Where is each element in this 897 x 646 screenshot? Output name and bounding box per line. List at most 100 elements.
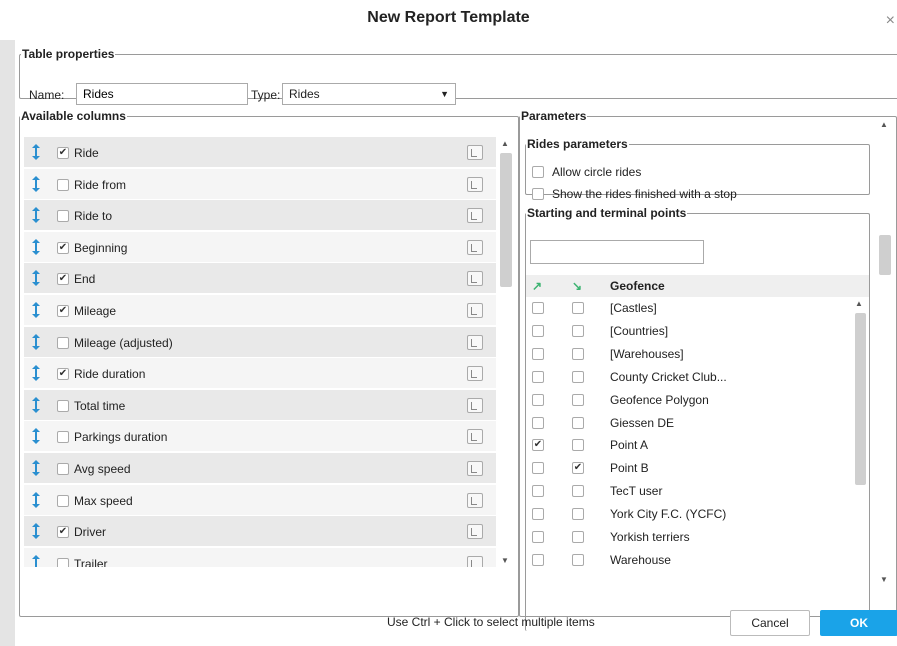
column-checkbox[interactable] (57, 178, 69, 191)
end-point-checkbox[interactable]: ✔ (572, 462, 584, 475)
column-checkbox[interactable]: ✔ (57, 305, 69, 317)
end-point-checkbox[interactable] (572, 370, 584, 383)
column-row[interactable]: ✔ End (24, 263, 496, 295)
vertical-arrows-icon[interactable] (31, 460, 41, 476)
column-row[interactable]: Trailer (24, 547, 496, 567)
columns-scroll-thumb[interactable] (500, 153, 512, 287)
column-row[interactable]: ✔ Ride duration (24, 358, 496, 390)
geofence-row[interactable]: County Cricket Club... (526, 366, 869, 389)
scroll-up-icon[interactable]: ▲ (501, 139, 509, 148)
column-row[interactable]: Parkings duration (24, 421, 496, 453)
vertical-arrows-icon[interactable] (31, 302, 41, 318)
start-point-checkbox[interactable] (532, 370, 544, 383)
start-point-checkbox[interactable] (532, 553, 544, 566)
vertical-arrows-icon[interactable] (31, 396, 41, 413)
scroll-down-icon[interactable]: ▼ (501, 556, 509, 565)
column-settings-icon[interactable] (467, 303, 483, 318)
column-row[interactable]: ✔ Beginning (24, 231, 496, 263)
column-settings-icon[interactable] (467, 555, 483, 567)
geofence-row[interactable]: Yorkish terriers (526, 526, 869, 549)
end-point-checkbox[interactable] (572, 302, 584, 314)
column-row[interactable]: Max speed (24, 484, 496, 516)
start-point-checkbox[interactable] (532, 416, 544, 429)
geofence-row[interactable]: [Countries] (526, 320, 869, 343)
end-point-checkbox[interactable] (572, 324, 584, 337)
parameters-scroll-thumb[interactable] (879, 235, 891, 275)
vertical-arrows-icon[interactable] (31, 523, 41, 540)
column-checkbox[interactable] (57, 399, 69, 412)
geofence-row[interactable]: York City F.C. (YCFC) (526, 503, 869, 526)
vertical-arrows-icon[interactable] (31, 365, 41, 382)
start-point-checkbox[interactable] (532, 347, 544, 360)
start-point-checkbox[interactable] (532, 302, 544, 314)
column-row[interactable]: Total time (24, 389, 496, 421)
end-point-checkbox[interactable] (572, 485, 584, 498)
column-settings-icon[interactable] (467, 524, 483, 540)
column-settings-icon[interactable] (467, 145, 483, 160)
vertical-arrows-icon[interactable] (31, 144, 41, 160)
column-settings-icon[interactable] (467, 366, 483, 382)
show-finished-stop-checkbox[interactable] (532, 188, 544, 200)
geofence-row[interactable]: [Castles] (526, 297, 869, 320)
geofence-row[interactable]: Geofence Polygon (526, 389, 869, 412)
column-checkbox[interactable] (57, 494, 69, 507)
ok-button[interactable]: OK (820, 610, 897, 636)
column-settings-icon[interactable] (467, 271, 483, 287)
start-point-checkbox[interactable] (532, 508, 544, 521)
column-row[interactable]: Ride to (24, 200, 496, 232)
column-checkbox[interactable] (57, 336, 69, 349)
scroll-down-icon[interactable]: ▼ (880, 575, 888, 584)
geofence-row[interactable]: ✔ Point A (526, 434, 869, 457)
end-point-checkbox[interactable] (572, 508, 584, 521)
end-point-checkbox[interactable] (572, 439, 584, 452)
column-settings-icon[interactable] (467, 429, 483, 445)
end-point-checkbox[interactable] (572, 531, 584, 543)
column-checkbox[interactable] (57, 557, 69, 567)
column-checkbox[interactable]: ✔ (57, 273, 69, 286)
parameters-scrollbar[interactable]: ▲ ▼ (877, 120, 893, 584)
column-row[interactable]: ✔ Ride (24, 137, 496, 168)
end-point-checkbox[interactable] (572, 393, 584, 406)
start-point-checkbox[interactable] (532, 393, 544, 406)
vertical-arrows-icon[interactable] (31, 333, 41, 350)
column-checkbox[interactable]: ✔ (57, 241, 69, 254)
column-checkbox[interactable]: ✔ (57, 147, 69, 159)
column-settings-icon[interactable] (467, 492, 483, 508)
geofence-row[interactable]: ✔ Point B (526, 457, 869, 480)
column-settings-icon[interactable] (467, 334, 483, 350)
name-input[interactable] (76, 83, 248, 105)
start-point-checkbox[interactable] (532, 485, 544, 498)
start-point-checkbox[interactable] (532, 531, 544, 543)
end-point-checkbox[interactable] (572, 416, 584, 429)
end-point-checkbox[interactable] (572, 347, 584, 360)
column-settings-icon[interactable] (467, 208, 483, 224)
end-point-checkbox[interactable] (572, 553, 584, 566)
geofence-row[interactable]: TecT user (526, 480, 869, 503)
vertical-arrows-icon[interactable] (31, 491, 41, 508)
column-checkbox[interactable] (57, 210, 69, 223)
geofence-row[interactable]: [Warehouses] (526, 343, 869, 366)
column-checkbox[interactable] (57, 463, 69, 475)
geofence-search-input[interactable] (530, 240, 704, 264)
column-row[interactable]: Avg speed (24, 453, 496, 484)
vertical-arrows-icon[interactable] (31, 428, 41, 445)
vertical-arrows-icon[interactable] (31, 554, 41, 567)
geofence-row[interactable]: Giessen DE (526, 412, 869, 435)
columns-scrollbar[interactable]: ▲ ▼ (498, 137, 514, 567)
column-checkbox[interactable] (57, 431, 69, 444)
vertical-arrows-icon[interactable] (31, 270, 41, 287)
allow-circle-rides-checkbox[interactable] (532, 166, 544, 178)
column-checkbox[interactable]: ✔ (57, 368, 69, 381)
column-row[interactable]: Mileage (adjusted) (24, 326, 496, 358)
column-settings-icon[interactable] (467, 397, 483, 413)
geofence-row[interactable]: Warehouse (526, 549, 869, 572)
start-point-checkbox[interactable] (532, 462, 544, 475)
close-icon[interactable]: × (886, 12, 895, 30)
column-settings-icon[interactable] (467, 461, 483, 476)
column-settings-icon[interactable] (467, 176, 483, 192)
cancel-button[interactable]: Cancel (730, 610, 810, 636)
vertical-arrows-icon[interactable] (31, 238, 41, 255)
start-point-checkbox[interactable]: ✔ (532, 439, 544, 452)
column-row[interactable]: ✔ Mileage (24, 295, 496, 326)
scroll-up-icon[interactable]: ▲ (880, 120, 888, 129)
